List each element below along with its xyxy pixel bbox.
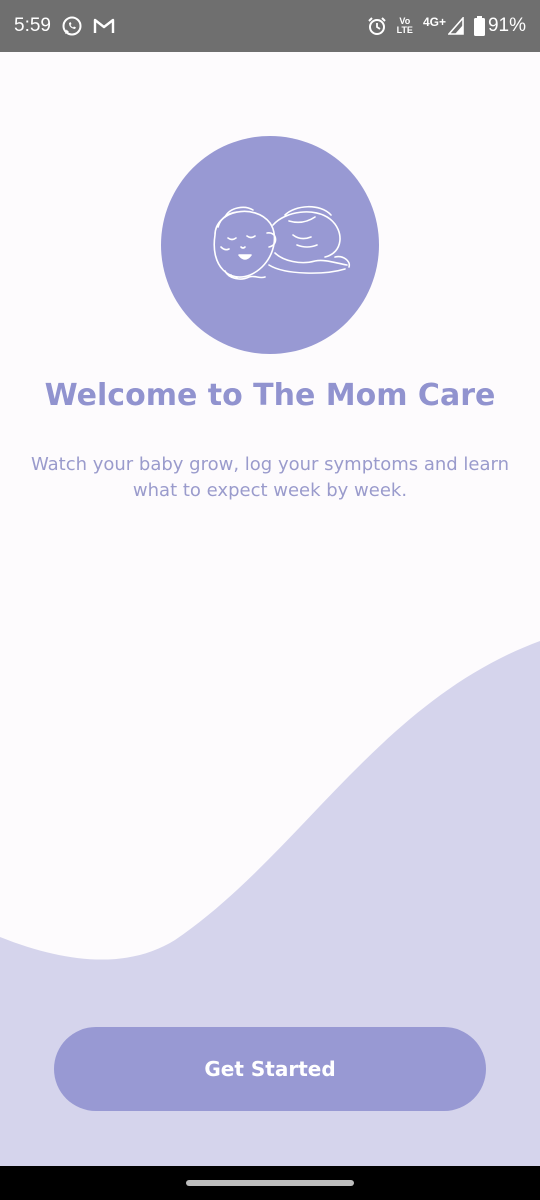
- welcome-title: Welcome to The Mom Care: [44, 378, 496, 413]
- hero-illustration: [161, 136, 379, 354]
- get-started-button[interactable]: Get Started: [54, 1027, 486, 1111]
- sleeping-baby-icon: [213, 205, 351, 280]
- welcome-subtitle: Watch your baby grow, log your symptoms …: [30, 454, 510, 501]
- gesture-handle[interactable]: [186, 1180, 354, 1186]
